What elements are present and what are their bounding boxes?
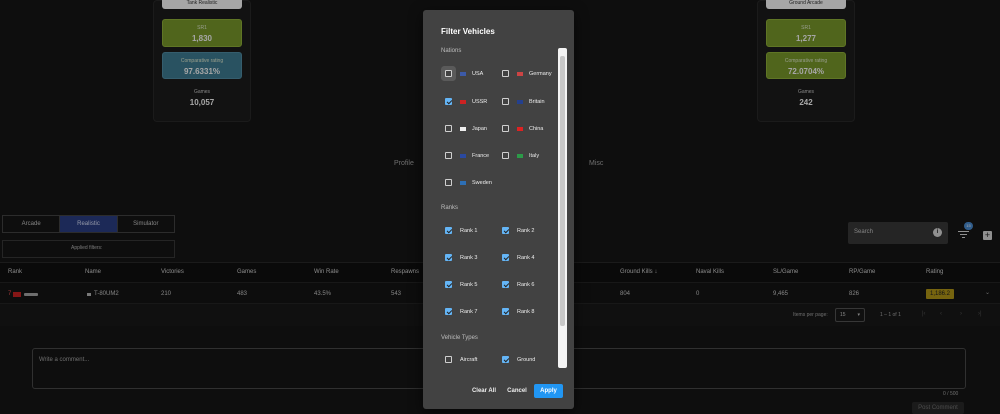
- checkbox-icon[interactable]: [445, 308, 452, 315]
- checkbox-icon[interactable]: [502, 356, 509, 363]
- nation-britain-checkbox[interactable]: Britain: [502, 98, 545, 105]
- italy-flag-icon: [517, 153, 523, 158]
- checkbox-icon[interactable]: [445, 152, 452, 159]
- rank-label: Rank 8: [517, 308, 535, 315]
- checkbox-icon[interactable]: [445, 254, 452, 261]
- filter-vehicles-dialog: Filter Vehicles Nations USA Germany USSR…: [423, 10, 574, 409]
- germany-flag-icon: [517, 71, 523, 76]
- nation-china-checkbox[interactable]: China: [502, 125, 543, 132]
- type-label: Aircraft: [460, 356, 478, 363]
- nation-usa-checkbox[interactable]: USA: [445, 70, 483, 77]
- nation-label: USSR: [472, 98, 488, 105]
- rank-label: Rank 3: [460, 254, 478, 261]
- rank-1-checkbox[interactable]: Rank 1: [445, 227, 477, 234]
- rank-6-checkbox[interactable]: Rank 6: [502, 281, 534, 288]
- sweden-flag-icon: [460, 180, 466, 185]
- apply-button[interactable]: Apply: [534, 384, 563, 398]
- nation-label: Italy: [529, 152, 540, 159]
- japan-flag-icon: [460, 126, 466, 131]
- nation-label: Japan: [472, 125, 487, 132]
- nation-ussr-checkbox[interactable]: USSR: [445, 98, 487, 105]
- nation-italy-checkbox[interactable]: Italy: [502, 152, 539, 159]
- clear-all-button[interactable]: Clear All: [468, 384, 500, 398]
- cancel-button[interactable]: Cancel: [503, 384, 531, 398]
- checkbox-icon[interactable]: [502, 254, 509, 261]
- checkbox-icon[interactable]: [502, 125, 509, 132]
- nation-label: China: [529, 125, 544, 132]
- rank-8-checkbox[interactable]: Rank 8: [502, 308, 534, 315]
- ussr-flag-icon: [460, 99, 466, 104]
- rank-label: Rank 2: [517, 227, 535, 234]
- checkbox-icon[interactable]: [445, 125, 452, 132]
- nation-japan-checkbox[interactable]: Japan: [445, 125, 487, 132]
- scrollbar-thumb[interactable]: [560, 56, 565, 326]
- checkbox-icon[interactable]: [502, 308, 509, 315]
- checkbox-icon[interactable]: [445, 70, 452, 77]
- type-label: Ground: [517, 356, 536, 363]
- checkbox-icon[interactable]: [445, 179, 452, 186]
- nation-germany-checkbox[interactable]: Germany: [502, 70, 552, 77]
- nation-label: France: [472, 152, 490, 159]
- rank-label: Rank 5: [460, 281, 478, 288]
- dialog-scrollbar[interactable]: [558, 48, 567, 368]
- nation-label: Germany: [529, 70, 552, 77]
- rank-5-checkbox[interactable]: Rank 5: [445, 281, 477, 288]
- rank-3-checkbox[interactable]: Rank 3: [445, 254, 477, 261]
- france-flag-icon: [460, 153, 466, 158]
- rank-2-checkbox[interactable]: Rank 2: [502, 227, 534, 234]
- nation-label: Britain: [529, 98, 545, 105]
- checkbox-icon[interactable]: [502, 70, 509, 77]
- usa-flag-icon: [460, 71, 466, 76]
- type-aircraft-checkbox[interactable]: Aircraft: [445, 356, 477, 363]
- nations-heading: Nations: [441, 48, 462, 54]
- dialog-title: Filter Vehicles: [441, 27, 495, 36]
- type-ground-checkbox[interactable]: Ground: [502, 356, 535, 363]
- checkbox-icon[interactable]: [445, 227, 452, 234]
- nation-label: USA: [472, 70, 484, 77]
- checkbox-icon[interactable]: [502, 281, 509, 288]
- checkbox-icon[interactable]: [502, 227, 509, 234]
- ranks-heading: Ranks: [441, 205, 459, 211]
- checkbox-icon[interactable]: [445, 98, 452, 105]
- vehicle-types-heading: Vehicle Types: [441, 335, 478, 341]
- rank-label: Rank 4: [517, 254, 535, 261]
- rank-7-checkbox[interactable]: Rank 7: [445, 308, 477, 315]
- rank-label: Rank 6: [517, 281, 535, 288]
- rank-label: Rank 7: [460, 308, 478, 315]
- checkbox-icon[interactable]: [502, 98, 509, 105]
- china-flag-icon: [517, 126, 523, 131]
- nation-france-checkbox[interactable]: France: [445, 152, 489, 159]
- rank-label: Rank 1: [460, 227, 478, 234]
- nation-sweden-checkbox[interactable]: Sweden: [445, 179, 492, 186]
- checkbox-icon[interactable]: [445, 356, 452, 363]
- checkbox-icon[interactable]: [445, 281, 452, 288]
- checkbox-icon[interactable]: [502, 152, 509, 159]
- britain-flag-icon: [517, 99, 523, 104]
- rank-4-checkbox[interactable]: Rank 4: [502, 254, 534, 261]
- nation-label: Sweden: [472, 179, 492, 186]
